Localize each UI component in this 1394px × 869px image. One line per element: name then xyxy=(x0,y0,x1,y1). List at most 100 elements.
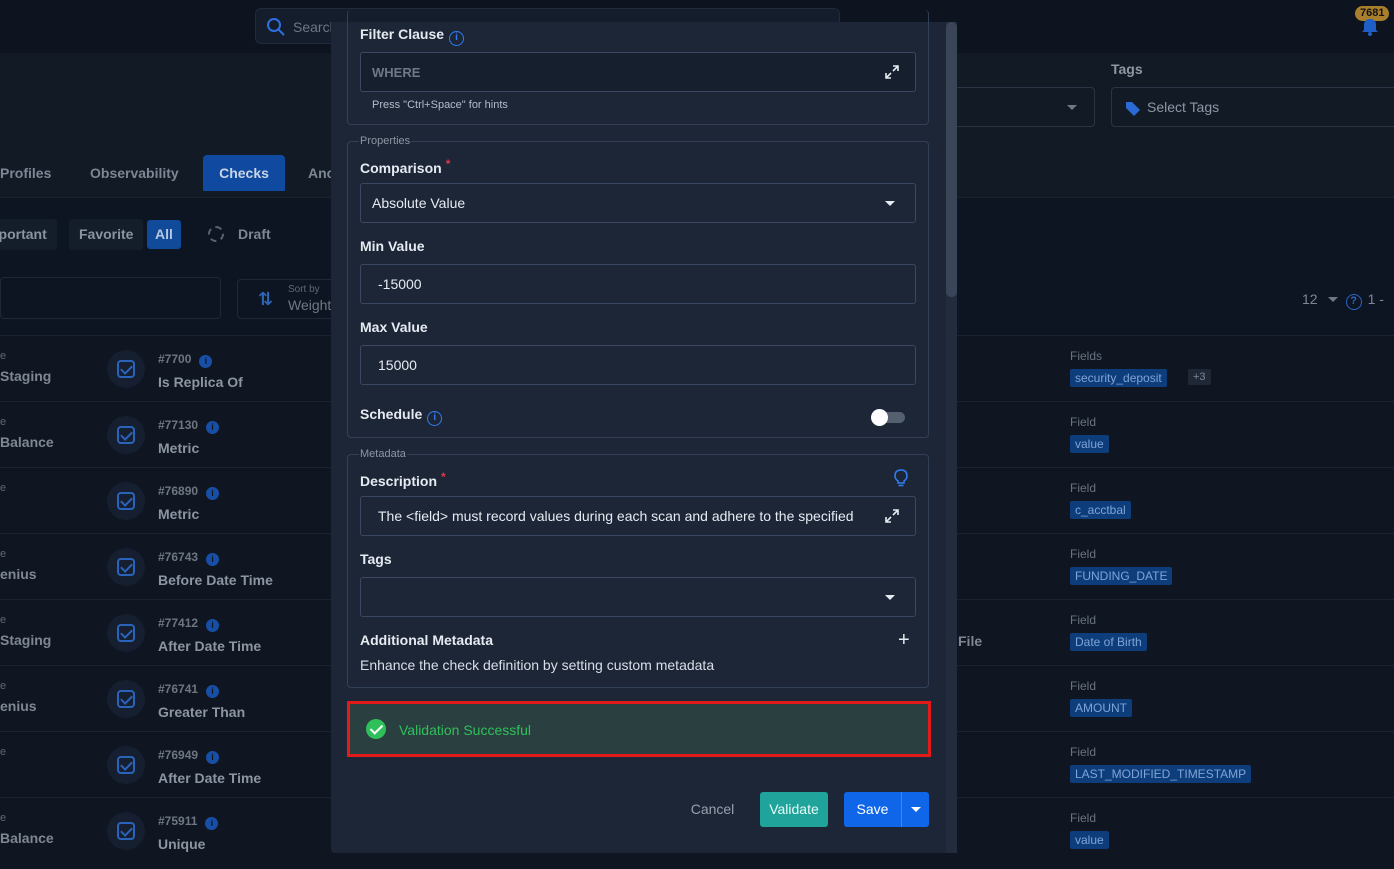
min-value-input[interactable]: -15000 xyxy=(360,264,916,304)
chip-important[interactable]: nportant xyxy=(0,219,57,250)
chevron-down-icon[interactable] xyxy=(1327,297,1338,302)
check-type-icon xyxy=(107,482,145,520)
tags-filter-placeholder: Select Tags xyxy=(1147,99,1220,115)
lightbulb-icon[interactable] xyxy=(893,469,909,487)
max-value-label: Max Value xyxy=(360,319,428,335)
field-chip: LAST_MODIFIED_TIMESTAMP xyxy=(1070,765,1252,783)
tags-label: Tags xyxy=(360,551,392,567)
list-search-input[interactable] xyxy=(0,277,221,319)
additional-metadata-label: Additional Metadata xyxy=(360,632,494,648)
required-marker: * xyxy=(445,157,451,171)
properties-legend: Properties xyxy=(359,135,412,147)
bell-icon[interactable] xyxy=(1360,16,1380,36)
row-file-text: File xyxy=(958,633,983,649)
check-type: Is Replica Of xyxy=(158,374,243,390)
metadata-legend: Metadata xyxy=(359,448,407,460)
tags-filter-label: Tags xyxy=(1111,61,1143,77)
check-id: #76741 i xyxy=(158,682,220,698)
check-id: #77412 i xyxy=(158,616,220,632)
validation-success-banner: Validation Successful xyxy=(347,701,931,757)
sort-select[interactable]: ⇅ Sort by Weight xyxy=(237,279,337,319)
additional-metadata-description: Enhance the check definition by setting … xyxy=(360,657,715,673)
field-label: Field xyxy=(1070,745,1097,759)
chevron-down-icon xyxy=(911,807,921,812)
page-range: 1 - xyxy=(1367,291,1384,307)
row-container-type: e xyxy=(0,680,7,692)
field-chip: AMOUNT xyxy=(1070,699,1132,717)
sort-icon: ⇅ xyxy=(258,289,274,309)
tags-select[interactable] xyxy=(360,577,916,617)
check-type-icon xyxy=(107,350,145,388)
filter-select[interactable] xyxy=(940,87,1095,127)
cancel-button[interactable]: Cancel xyxy=(680,792,745,827)
filter-clause-label: Filter Clause i xyxy=(360,26,465,46)
field-label: Field xyxy=(1070,547,1097,561)
chip-all[interactable]: All xyxy=(147,220,181,249)
required-marker: * xyxy=(441,470,446,484)
add-metadata-icon[interactable]: + xyxy=(898,630,910,650)
max-value-input[interactable]: 15000 xyxy=(360,345,916,385)
check-type: Greater Than xyxy=(158,704,246,720)
check-type-icon xyxy=(107,680,145,718)
tags-filter-select[interactable]: Select Tags xyxy=(1111,87,1394,127)
save-options-button[interactable] xyxy=(901,792,929,827)
info-icon: i xyxy=(205,817,219,830)
draft-filter[interactable]: Draft xyxy=(208,226,271,242)
dialog-scrollbar-thumb[interactable] xyxy=(946,22,957,297)
chip-favorite[interactable]: Favorite xyxy=(69,219,144,250)
check-circle-icon xyxy=(366,719,386,739)
check-id: #76949 i xyxy=(158,748,220,764)
pagination: 12? 1 - xyxy=(1302,291,1384,310)
draft-icon xyxy=(208,226,224,242)
field-chip: c_acctbal xyxy=(1070,501,1131,519)
field-chip: security_deposit xyxy=(1070,369,1167,387)
help-icon[interactable]: ? xyxy=(1345,294,1362,310)
check-id: #76890 i xyxy=(158,484,220,500)
tab-profiles[interactable]: Profiles xyxy=(0,155,61,191)
field-label: Field xyxy=(1070,679,1097,693)
expand-icon[interactable] xyxy=(885,65,899,79)
validate-button[interactable]: Validate xyxy=(760,792,828,827)
check-id: #77130 i xyxy=(158,418,220,434)
filter-clause-placeholder: WHERE xyxy=(372,65,421,80)
check-type: Metric xyxy=(158,440,200,456)
save-button[interactable]: Save xyxy=(844,792,901,827)
per-page-value[interactable]: 12 xyxy=(1302,291,1318,307)
field-chip: value xyxy=(1070,831,1109,849)
info-icon: i xyxy=(206,685,220,698)
row-container-type: e xyxy=(0,482,7,494)
comparison-label: Comparison * xyxy=(360,157,451,176)
info-icon[interactable]: i xyxy=(427,411,443,426)
field-label: Field xyxy=(1070,613,1097,627)
row-container-name: Balance xyxy=(0,830,54,846)
comparison-select[interactable]: Absolute Value xyxy=(360,183,916,223)
validation-message: Validation Successful xyxy=(399,722,532,738)
description-label: Description * xyxy=(360,470,446,489)
chevron-down-icon xyxy=(885,201,895,206)
info-icon: i xyxy=(206,553,220,566)
info-icon[interactable]: i xyxy=(449,31,465,46)
check-id: #75911 i xyxy=(158,814,219,830)
min-value-label: Min Value xyxy=(360,238,425,254)
field-chip: FUNDING_DATE xyxy=(1070,567,1173,585)
row-container-type: e xyxy=(0,350,7,362)
expand-icon[interactable] xyxy=(885,509,899,523)
filter-hint: Press "Ctrl+Space" for hints xyxy=(372,99,508,111)
tag-icon xyxy=(1126,102,1140,116)
info-icon: i xyxy=(206,619,220,632)
row-container-name: Balance xyxy=(0,434,54,450)
check-type: Unique xyxy=(158,836,206,852)
check-id: #7700 i xyxy=(158,352,213,368)
schedule-label: Schedule i xyxy=(360,406,443,426)
tab-checks[interactable]: Checks xyxy=(203,155,285,191)
description-input[interactable]: The <field> must record values during ea… xyxy=(360,496,916,536)
schedule-toggle[interactable] xyxy=(871,409,905,426)
check-type: After Date Time xyxy=(158,770,262,786)
check-type: Metric xyxy=(158,506,200,522)
field-label: Field xyxy=(1070,811,1097,825)
more-fields-badge[interactable]: +3 xyxy=(1188,369,1211,385)
metadata-panel xyxy=(347,454,929,688)
filter-clause-input[interactable]: WHERE xyxy=(360,52,916,92)
tab-observability[interactable]: Observability xyxy=(80,155,189,191)
check-type-icon xyxy=(107,812,145,850)
